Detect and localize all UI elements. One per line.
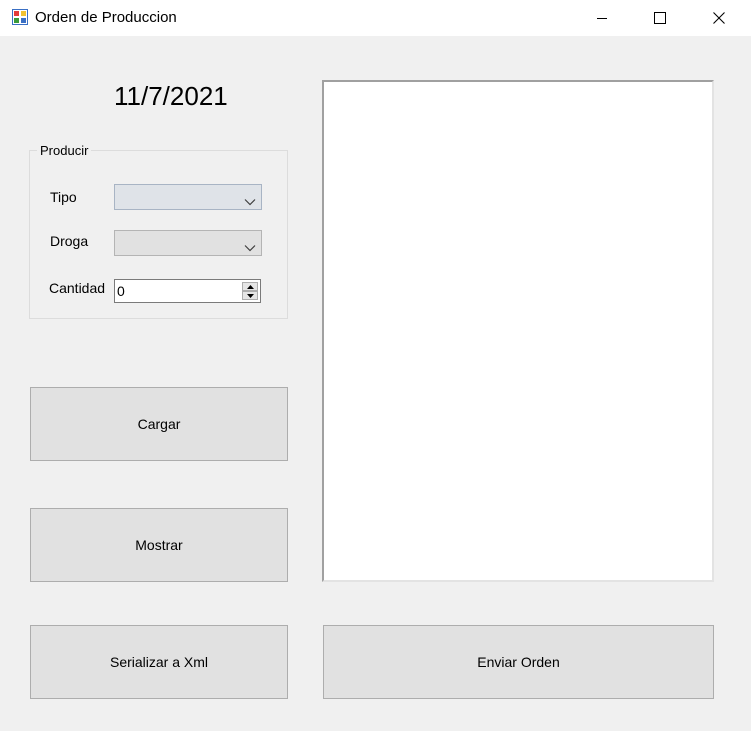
cantidad-numeric-updown[interactable]: 0 bbox=[114, 279, 261, 303]
producir-group-title: Producir bbox=[37, 143, 92, 159]
enviar-orden-button[interactable]: Enviar Orden bbox=[323, 625, 714, 699]
minimize-icon bbox=[596, 12, 608, 24]
chevron-down-icon bbox=[244, 239, 256, 252]
mostrar-button[interactable]: Mostrar bbox=[30, 508, 288, 582]
cargar-button[interactable]: Cargar bbox=[30, 387, 288, 461]
spin-down-button[interactable] bbox=[242, 291, 258, 300]
droga-combobox[interactable] bbox=[114, 230, 262, 256]
date-label: 11/7/2021 bbox=[114, 81, 228, 111]
app-icon bbox=[12, 9, 28, 25]
close-icon bbox=[713, 12, 725, 24]
close-button[interactable] bbox=[696, 0, 742, 36]
tipo-label: Tipo bbox=[50, 189, 77, 205]
caret-up-icon bbox=[247, 285, 254, 289]
maximize-icon bbox=[654, 12, 666, 24]
cantidad-spinner bbox=[242, 282, 258, 300]
cantidad-input[interactable]: 0 bbox=[117, 283, 125, 299]
tipo-combobox[interactable] bbox=[114, 184, 262, 210]
caret-down-icon bbox=[247, 294, 254, 298]
chevron-down-icon bbox=[244, 193, 256, 206]
cantidad-label: Cantidad bbox=[49, 280, 106, 296]
droga-label: Droga bbox=[50, 233, 89, 249]
spin-up-button[interactable] bbox=[242, 282, 258, 291]
maximize-button[interactable] bbox=[637, 0, 683, 36]
minimize-button[interactable] bbox=[579, 0, 625, 36]
ordenes-listbox[interactable] bbox=[322, 80, 714, 582]
window-title: Orden de Produccion bbox=[35, 9, 177, 26]
title-bar[interactable]: Orden de Produccion bbox=[0, 0, 751, 36]
main-window: Orden de Produccion 11/7/2021 Producir T… bbox=[0, 0, 751, 731]
serializar-xml-button[interactable]: Serializar a Xml bbox=[30, 625, 288, 699]
